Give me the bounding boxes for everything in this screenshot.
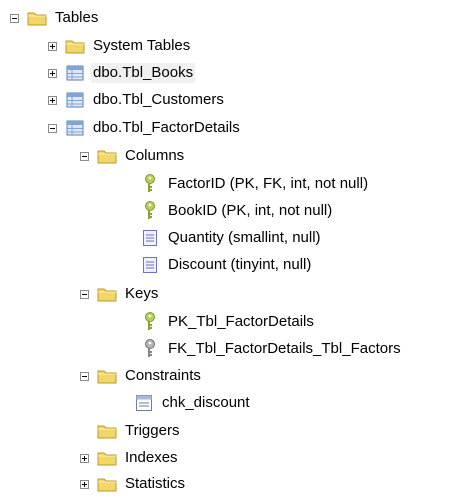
- tree-node-tables[interactable]: Tables: [10, 8, 100, 28]
- tree-node-constraints[interactable]: Constraints: [80, 366, 203, 386]
- collapse-toggle[interactable]: [80, 371, 89, 381]
- tree-node-column-factorid[interactable]: FactorID (PK, FK, int, not null): [140, 174, 370, 194]
- tree-node-key-pk[interactable]: PK_Tbl_FactorDetails: [140, 312, 316, 332]
- tree-node-indexes[interactable]: Indexes: [80, 448, 180, 468]
- tree-node-system-tables[interactable]: System Tables: [48, 36, 192, 56]
- tree-node-column-quantity[interactable]: Quantity (smallint, null): [140, 228, 323, 248]
- tree-node-label: dbo.Tbl_Books: [91, 63, 196, 83]
- tree-node-label: Quantity (smallint, null): [168, 229, 321, 246]
- tree-node-tbl-customers[interactable]: dbo.Tbl_Customers: [48, 90, 226, 110]
- tree-node-triggers[interactable]: Triggers: [97, 421, 181, 441]
- tree-node-label: Keys: [125, 285, 159, 302]
- folder-icon: [97, 285, 117, 303]
- expand-toggle[interactable]: [48, 95, 57, 105]
- tree-node-label: Indexes: [125, 449, 178, 466]
- tree-node-label: BookID (PK, int, not null): [168, 202, 333, 219]
- folder-icon: [65, 37, 85, 55]
- tree-node-label: Triggers: [125, 422, 180, 439]
- column-icon: [140, 256, 160, 274]
- constraint-icon: [134, 394, 154, 412]
- primary-key-icon: [140, 312, 160, 331]
- collapse-toggle[interactable]: [48, 123, 57, 133]
- tree-node-key-fk[interactable]: FK_Tbl_FactorDetails_Tbl_Factors: [140, 339, 403, 359]
- object-explorer-tree: Tables System Tables dbo.Tbl_Books dbo.T…: [0, 0, 449, 496]
- tree-node-label: Columns: [125, 147, 185, 164]
- tree-node-label: chk_discount: [162, 394, 250, 411]
- folder-icon: [97, 147, 117, 165]
- expand-toggle[interactable]: [80, 479, 89, 489]
- expand-toggle[interactable]: [80, 453, 89, 463]
- tree-node-label: FK_Tbl_FactorDetails_Tbl_Factors: [168, 340, 401, 357]
- tree-node-tbl-factordetails[interactable]: dbo.Tbl_FactorDetails: [48, 118, 242, 138]
- tree-node-label: Tables: [55, 9, 99, 26]
- tree-node-chk-discount[interactable]: chk_discount: [134, 393, 252, 413]
- column-icon: [140, 229, 160, 247]
- collapse-toggle[interactable]: [80, 289, 89, 299]
- table-icon: [65, 64, 85, 82]
- collapse-toggle[interactable]: [80, 151, 89, 161]
- primary-key-icon: [140, 174, 160, 193]
- tree-node-label: Constraints: [125, 367, 201, 384]
- tree-node-label: System Tables: [93, 37, 191, 54]
- table-icon: [65, 119, 85, 137]
- folder-icon: [27, 9, 47, 27]
- table-icon: [65, 91, 85, 109]
- tree-node-column-discount[interactable]: Discount (tinyint, null): [140, 255, 313, 275]
- tree-node-label: Statistics: [125, 475, 186, 492]
- tree-node-column-bookid[interactable]: BookID (PK, int, not null): [140, 201, 334, 221]
- tree-node-keys[interactable]: Keys: [80, 284, 160, 304]
- tree-node-label: FactorID (PK, FK, int, not null): [168, 175, 369, 192]
- folder-icon: [97, 422, 117, 440]
- collapse-toggle[interactable]: [10, 13, 19, 23]
- tree-node-label: dbo.Tbl_FactorDetails: [93, 119, 240, 136]
- tree-node-label: PK_Tbl_FactorDetails: [168, 313, 314, 330]
- tree-node-label: dbo.Tbl_Customers: [93, 91, 224, 108]
- primary-key-icon: [140, 201, 160, 220]
- tree-node-tbl-books[interactable]: dbo.Tbl_Books: [48, 63, 196, 83]
- folder-icon: [97, 367, 117, 385]
- tree-node-statistics[interactable]: Statistics: [80, 474, 187, 494]
- folder-icon: [97, 449, 117, 467]
- tree-node-columns[interactable]: Columns: [80, 146, 186, 166]
- expand-toggle[interactable]: [48, 41, 57, 51]
- tree-node-label: Discount (tinyint, null): [168, 256, 312, 273]
- expand-toggle[interactable]: [48, 68, 57, 78]
- folder-icon: [97, 475, 117, 493]
- foreign-key-icon: [140, 339, 160, 358]
